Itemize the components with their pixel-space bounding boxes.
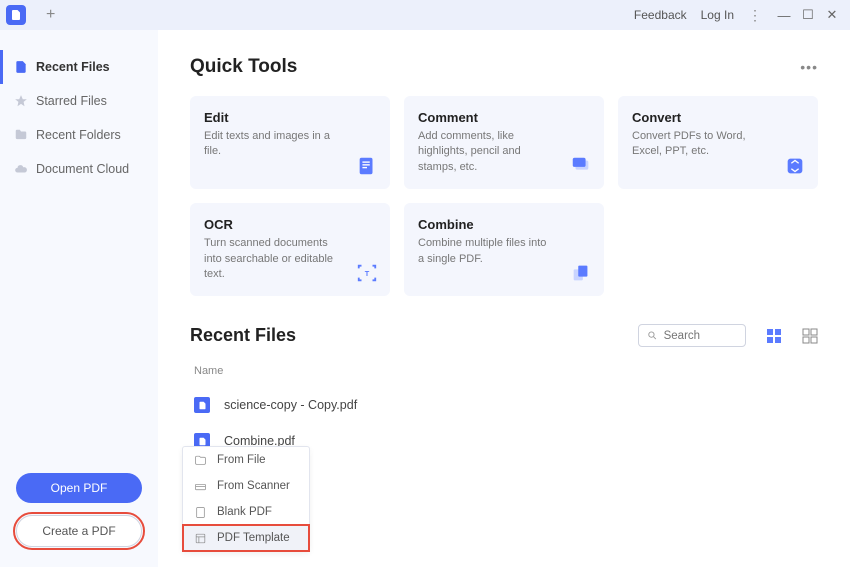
maximize-button[interactable]: ☐ xyxy=(796,7,820,23)
cloud-icon xyxy=(14,162,28,176)
scanner-icon xyxy=(193,479,207,493)
tool-card-combine[interactable]: Combine Combine multiple files into a si… xyxy=(404,203,604,296)
template-icon xyxy=(193,531,207,545)
tool-desc: Turn scanned documents into searchable o… xyxy=(204,236,334,282)
star-icon xyxy=(14,94,28,108)
tool-desc: Combine multiple files into a single PDF… xyxy=(418,236,548,267)
svg-text:T: T xyxy=(365,269,370,278)
tool-title: Combine xyxy=(418,217,590,232)
search-input-wrapper[interactable] xyxy=(638,324,746,347)
file-row[interactable]: science-copy - Copy.pdf xyxy=(190,387,818,423)
menu-item-label: From File xyxy=(217,454,266,466)
tool-card-ocr[interactable]: OCR Turn scanned documents into searchab… xyxy=(190,203,390,296)
recent-files-title: Recent Files xyxy=(190,325,296,346)
menu-item-from-file[interactable]: From File xyxy=(183,447,309,473)
list-view-icon[interactable] xyxy=(766,328,782,344)
new-tab-button[interactable]: + xyxy=(46,6,55,24)
create-pdf-button[interactable]: Create a PDF xyxy=(16,515,142,547)
kebab-menu-icon[interactable]: ⋮ xyxy=(748,7,762,24)
more-icon[interactable]: ••• xyxy=(800,59,818,75)
create-pdf-menu: From File From Scanner Blank PDF PDF Tem… xyxy=(182,446,310,552)
feedback-link[interactable]: Feedback xyxy=(634,8,687,22)
quick-tools-title: Quick Tools xyxy=(190,56,297,78)
edit-icon xyxy=(356,155,378,177)
combine-icon xyxy=(570,262,592,284)
tool-card-convert[interactable]: Convert Convert PDFs to Word, Excel, PPT… xyxy=(618,96,818,189)
folder-icon xyxy=(14,128,28,142)
tool-card-comment[interactable]: Comment Add comments, like highlights, p… xyxy=(404,96,604,189)
menu-item-pdf-template[interactable]: PDF Template xyxy=(183,525,309,551)
sidebar-item-label: Recent Files xyxy=(36,60,110,74)
file-name: science-copy - Copy.pdf xyxy=(224,398,357,412)
menu-item-blank-pdf[interactable]: Blank PDF xyxy=(183,499,309,525)
tool-desc: Convert PDFs to Word, Excel, PPT, etc. xyxy=(632,129,762,160)
tool-title: Convert xyxy=(632,110,804,125)
sidebar: Recent Files Starred Files Recent Folder… xyxy=(0,30,158,567)
search-input[interactable] xyxy=(664,330,737,342)
grid-view-icon[interactable] xyxy=(802,328,818,344)
search-icon xyxy=(647,329,658,342)
sidebar-item-label: Document Cloud xyxy=(36,162,129,176)
tool-desc: Edit texts and images in a file. xyxy=(204,129,334,160)
menu-item-label: From Scanner xyxy=(217,480,290,492)
tool-desc: Add comments, like highlights, pencil an… xyxy=(418,129,548,175)
login-link[interactable]: Log In xyxy=(701,8,734,22)
menu-item-from-scanner[interactable]: From Scanner xyxy=(183,473,309,499)
close-button[interactable]: ✕ xyxy=(820,7,844,23)
sidebar-item-document-cloud[interactable]: Document Cloud xyxy=(0,152,158,186)
tool-title: Comment xyxy=(418,110,590,125)
column-header-name: Name xyxy=(190,361,818,387)
minimize-button[interactable]: — xyxy=(772,8,796,23)
tool-title: OCR xyxy=(204,217,376,232)
tool-card-edit[interactable]: Edit Edit texts and images in a file. xyxy=(190,96,390,189)
ocr-icon: T xyxy=(356,262,378,284)
titlebar: + Feedback Log In ⋮ — ☐ ✕ xyxy=(0,0,850,30)
menu-item-label: PDF Template xyxy=(217,532,290,544)
blank-page-icon xyxy=(193,505,207,519)
folder-outline-icon xyxy=(193,453,207,467)
convert-icon xyxy=(784,155,806,177)
sidebar-item-recent-files[interactable]: Recent Files xyxy=(0,50,158,84)
tool-title: Edit xyxy=(204,110,376,125)
open-pdf-button[interactable]: Open PDF xyxy=(16,473,142,503)
sidebar-item-starred-files[interactable]: Starred Files xyxy=(0,84,158,118)
document-icon xyxy=(14,60,28,74)
menu-item-label: Blank PDF xyxy=(217,506,272,518)
sidebar-item-label: Recent Folders xyxy=(36,128,121,142)
sidebar-item-label: Starred Files xyxy=(36,94,107,108)
pdf-file-icon xyxy=(194,397,210,413)
sidebar-item-recent-folders[interactable]: Recent Folders xyxy=(0,118,158,152)
comment-icon xyxy=(570,155,592,177)
app-logo-icon xyxy=(6,5,26,25)
